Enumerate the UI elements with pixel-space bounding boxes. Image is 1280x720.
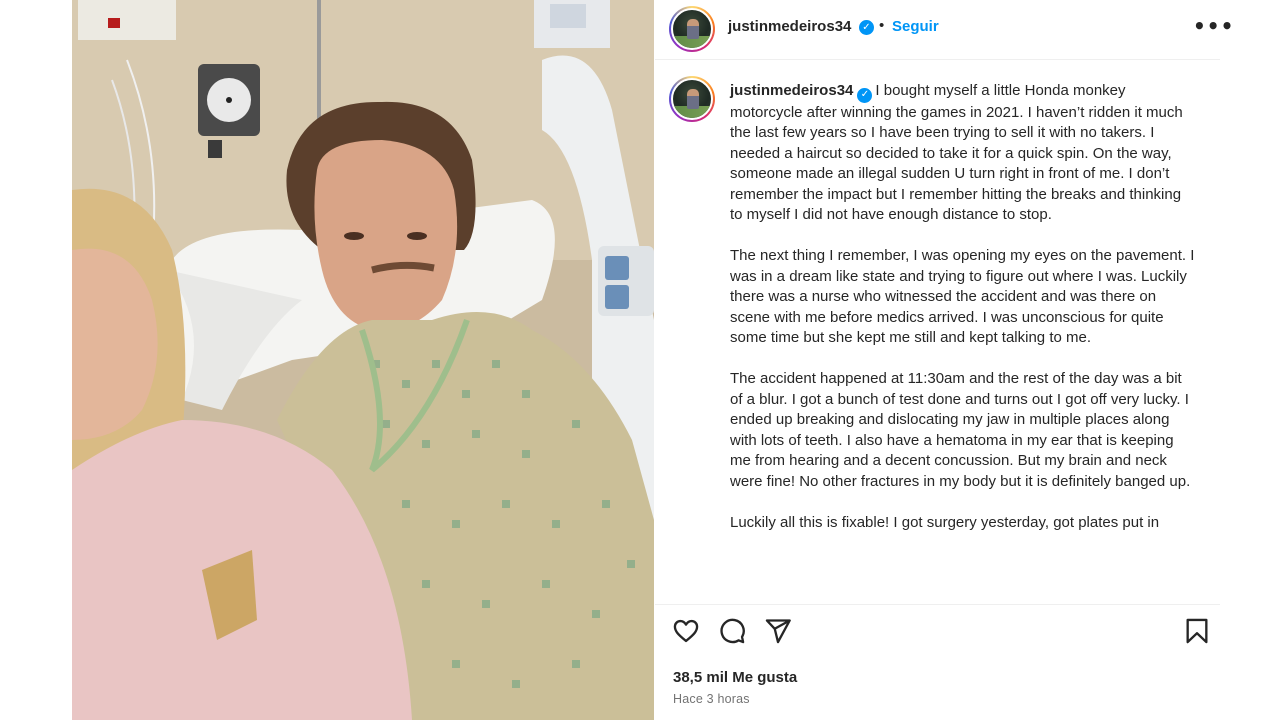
verified-badge-icon: ✓ [857,87,873,103]
post-details-panel: justinmedeiros34 ✓ • Seguir ••• justinme… [655,0,1233,720]
avatar-image [671,78,713,120]
caption-author-avatar[interactable] [669,76,715,122]
hospital-photo-illustration [72,0,654,720]
caption-paragraph: The accident happened at 11:30am and the… [730,370,1191,490]
separator-dot: • [879,17,885,34]
verified-badge-icon: ✓ [859,20,874,35]
bookmark-icon[interactable] [1183,617,1211,645]
more-options-icon[interactable]: ••• [1193,16,1234,36]
author-username-link[interactable]: justinmedeiros34 [728,18,851,35]
caption-username-link[interactable]: justinmedeiros34 [730,82,853,99]
avatar-image [671,8,713,50]
caption-paragraph: The next thing I remember, I was opening… [730,247,1195,346]
comment-icon[interactable] [718,617,746,645]
post-photo[interactable]: › [72,0,654,720]
action-bar [655,617,1220,653]
follow-button[interactable]: Seguir [892,18,939,35]
post-caption: justinmedeiros34 ✓ I bought myself a littl… [730,81,1195,554]
caption-text: I bought myself a little Honda monkey mo… [730,82,1183,223]
heart-icon[interactable] [672,617,700,645]
share-icon[interactable] [764,617,792,645]
likes-count[interactable]: 38,5 mil Me gusta [673,669,797,686]
post-timestamp[interactable]: Hace 3 horas [673,692,750,706]
post-header: justinmedeiros34 ✓ • Seguir ••• [655,0,1233,60]
caption-paragraph: Luckily all this is fixable! I got surge… [730,513,1160,531]
author-avatar[interactable] [669,6,715,52]
caption-scroll-area[interactable]: justinmedeiros34 ✓ I bought myself a littl… [655,61,1220,605]
caption-paragraph: justinmedeiros34 ✓ I bought myself a littl… [730,81,1195,226]
